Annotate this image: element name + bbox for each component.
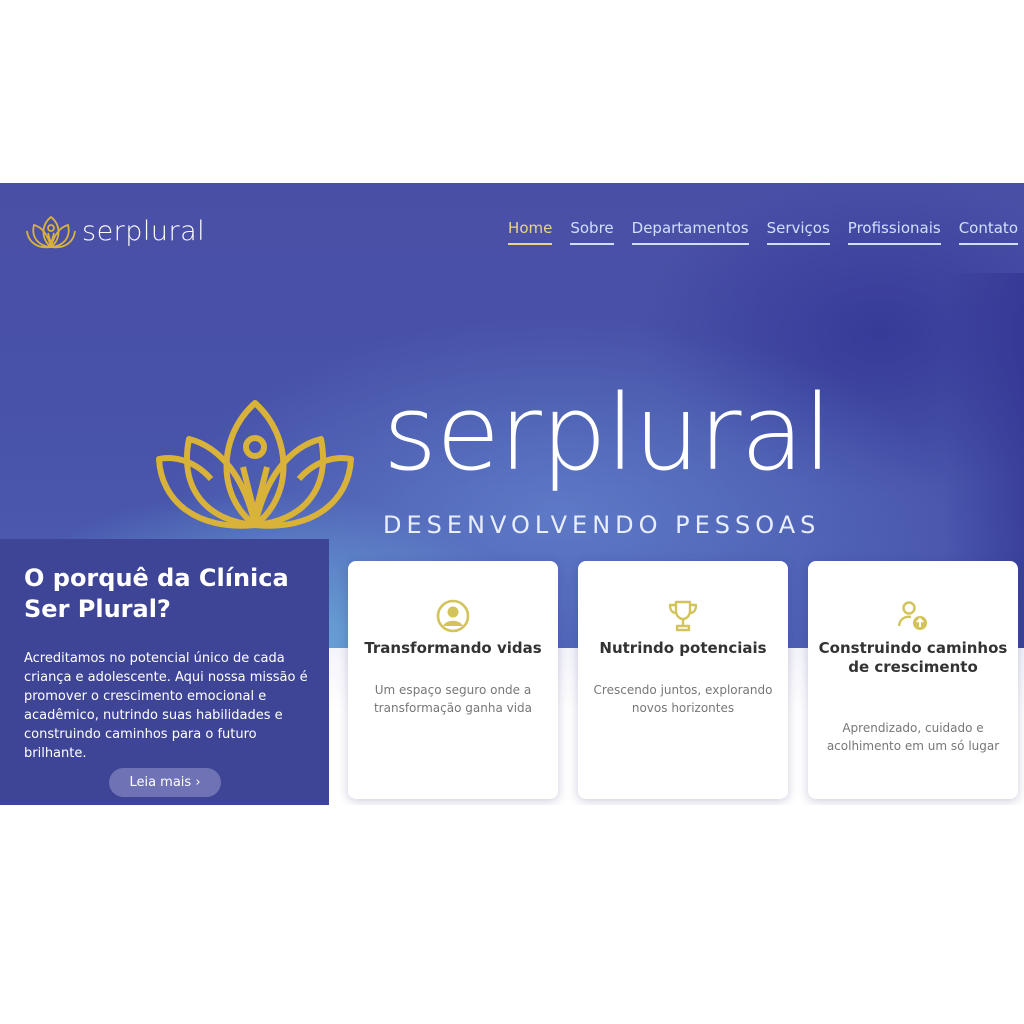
nav-departamentos[interactable]: Departamentos: [631, 219, 749, 245]
feature-card: Transformando vidas Um espaço seguro ond…: [348, 561, 558, 799]
why-title: O porquê da Clínica Ser Plural?: [24, 564, 289, 623]
nav-home[interactable]: Home: [508, 219, 553, 245]
brand-wordmark: serplural: [383, 372, 832, 494]
brand-tagline: DESENVOLVENDO PESSOAS: [383, 511, 821, 539]
card-title: Construindo caminhos de crescimento: [818, 639, 1008, 676]
why-text: Acreditamos no potencial único de cada c…: [24, 651, 308, 761]
nav-profissionais[interactable]: Profissionais: [847, 219, 941, 245]
logo-text: serplural: [82, 215, 206, 247]
user-circle-icon: [436, 599, 470, 633]
nav-servicos[interactable]: Serviços: [766, 219, 830, 245]
lotus-logo-icon: [26, 215, 76, 249]
card-text: Crescendo juntos, explorando novos horiz…: [593, 683, 773, 715]
site-logo[interactable]: serplural: [26, 213, 205, 249]
trophy-icon: [668, 600, 698, 632]
card-title: Nutrindo potenciais: [599, 639, 767, 657]
lotus-brand-icon: [156, 400, 354, 529]
why-panel: O porquê da Clínica Ser Plural? Acredita…: [0, 539, 329, 805]
feature-card: Construindo caminhos de crescimento Apre…: [808, 561, 1018, 799]
card-title: Transformando vidas: [364, 639, 542, 657]
feature-card: Nutrindo potenciais Crescendo juntos, ex…: [578, 561, 788, 799]
nav-sobre[interactable]: Sobre: [570, 219, 614, 245]
user-growth-icon: [897, 601, 927, 630]
card-text: Um espaço seguro onde a transformação ga…: [373, 683, 533, 715]
site-screenshot: serplural Home Sobre Departamentos Servi…: [0, 183, 1024, 805]
main-nav: Home Sobre Departamentos Serviços Profis…: [508, 219, 1018, 245]
read-more-button[interactable]: Leia mais ›: [109, 768, 221, 797]
nav-contato[interactable]: Contato: [958, 219, 1018, 245]
card-text: Aprendizado, cuidado e acolhimento em um…: [826, 721, 1000, 753]
